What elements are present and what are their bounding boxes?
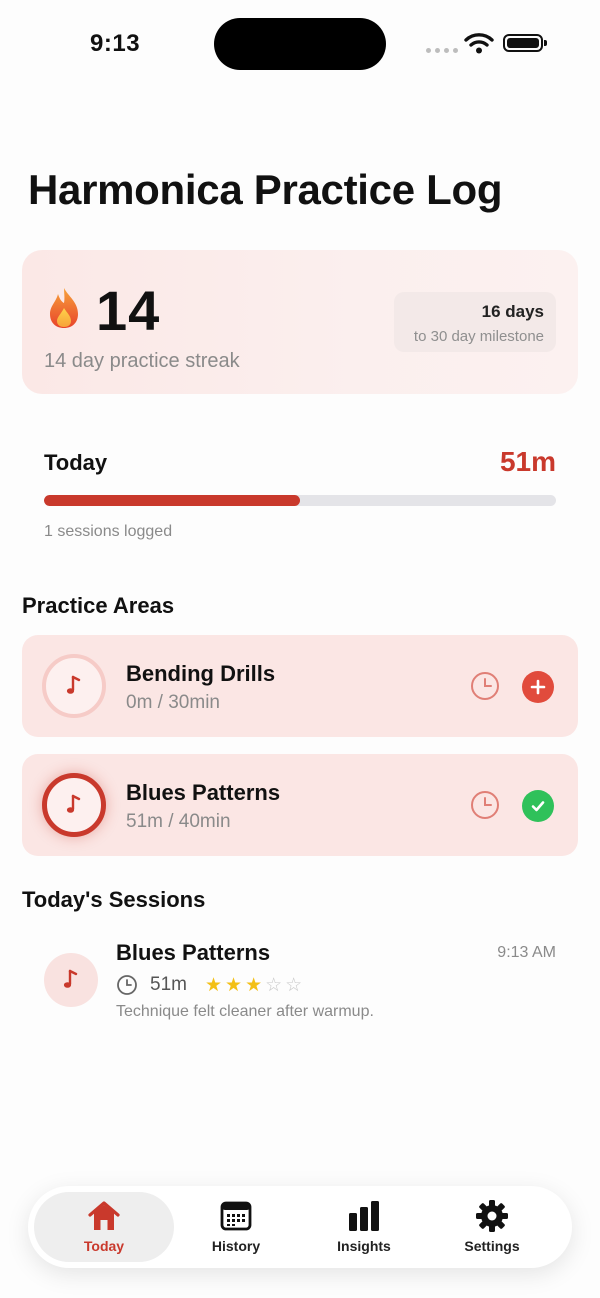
- tab-settings[interactable]: Settings: [422, 1192, 562, 1262]
- tab-label: Today: [83, 1238, 125, 1254]
- wifi-icon: [464, 33, 494, 54]
- today-progress-bar: [44, 495, 556, 506]
- checkmark-icon: [531, 801, 545, 812]
- clock-icon[interactable]: [470, 790, 500, 820]
- area-progress-ring: [42, 773, 106, 837]
- tab-label: History: [211, 1238, 261, 1254]
- music-note-icon: [63, 969, 78, 988]
- flame-icon: [50, 288, 78, 328]
- todays-sessions-heading: Today's Sessions: [22, 887, 206, 912]
- status-time: 9:13: [90, 30, 141, 57]
- session-title: Blues Patterns: [116, 940, 271, 965]
- milestone-days: 16 days: [481, 302, 544, 321]
- tab-insights[interactable]: Insights: [294, 1192, 434, 1262]
- star-rating: ★ ★ ★ ☆ ☆: [205, 976, 302, 995]
- practice-area-card[interactable]: Bending Drills 0m / 30min: [22, 635, 578, 737]
- clock-icon: [117, 975, 137, 995]
- streak-count: 14: [96, 279, 161, 342]
- app-screen: 9:13 Harmonica Practice Log 14 14 day pr…: [0, 0, 600, 1298]
- tab-today[interactable]: Today: [34, 1192, 174, 1262]
- battery-icon: [503, 34, 547, 52]
- area-progress-text: 0m / 30min: [126, 692, 220, 713]
- session-note: Technique felt cleaner after warmup.: [116, 1003, 374, 1020]
- streak-card: 14 14 day practice streak 16 days to 30 …: [22, 250, 578, 394]
- cellular-signal-icon: [426, 48, 458, 53]
- star-empty-icon: ☆: [265, 974, 283, 996]
- star-filled-icon: ★: [225, 974, 243, 996]
- clock-icon[interactable]: [470, 671, 500, 701]
- tab-bar: Today History Insights Settings: [28, 1186, 572, 1268]
- area-progress-ring: [42, 654, 106, 718]
- page-title: Harmonica Practice Log: [28, 166, 503, 213]
- milestone-subtitle: to 30 day milestone: [413, 328, 544, 345]
- area-progress-text: 51m / 40min: [126, 811, 231, 832]
- sessions-logged: 1 sessions logged: [44, 523, 173, 540]
- music-note-icon: [66, 675, 81, 694]
- tab-history[interactable]: History: [166, 1192, 306, 1262]
- add-session-button[interactable]: [522, 671, 554, 703]
- star-filled-icon: ★: [245, 974, 263, 996]
- streak-label: 14 day practice streak: [44, 350, 240, 372]
- area-title: Blues Patterns: [126, 780, 281, 805]
- today-total: 51m: [499, 446, 556, 477]
- calendar-icon: [220, 1201, 252, 1231]
- status-bar: 9:13: [0, 0, 600, 90]
- gear-icon: [476, 1200, 508, 1232]
- today-progress-fill: [44, 495, 300, 506]
- music-note-icon: [66, 794, 81, 813]
- session-meta: 51m ★ ★ ★ ☆ ☆: [116, 973, 302, 997]
- star-empty-icon: ☆: [285, 974, 303, 996]
- milestone-badge: 16 days to 30 day milestone: [394, 292, 556, 352]
- practice-areas-heading: Practice Areas: [22, 593, 175, 618]
- tab-label: Settings: [464, 1238, 520, 1254]
- completed-checkmark-button[interactable]: [522, 790, 554, 822]
- plus-icon: [530, 679, 546, 695]
- tab-label: Insights: [337, 1238, 391, 1254]
- today-label: Today: [44, 450, 108, 475]
- area-title: Bending Drills: [126, 661, 276, 686]
- star-filled-icon: ★: [204, 974, 223, 996]
- practice-area-card[interactable]: Blues Patterns 51m / 40min: [22, 754, 578, 856]
- dynamic-island: [214, 18, 386, 70]
- session-duration: 51m: [150, 974, 187, 995]
- bar-chart-icon: [349, 1201, 379, 1231]
- session-time: 9:13 AM: [497, 944, 556, 961]
- session-avatar: [44, 953, 98, 1007]
- house-icon: [88, 1201, 120, 1230]
